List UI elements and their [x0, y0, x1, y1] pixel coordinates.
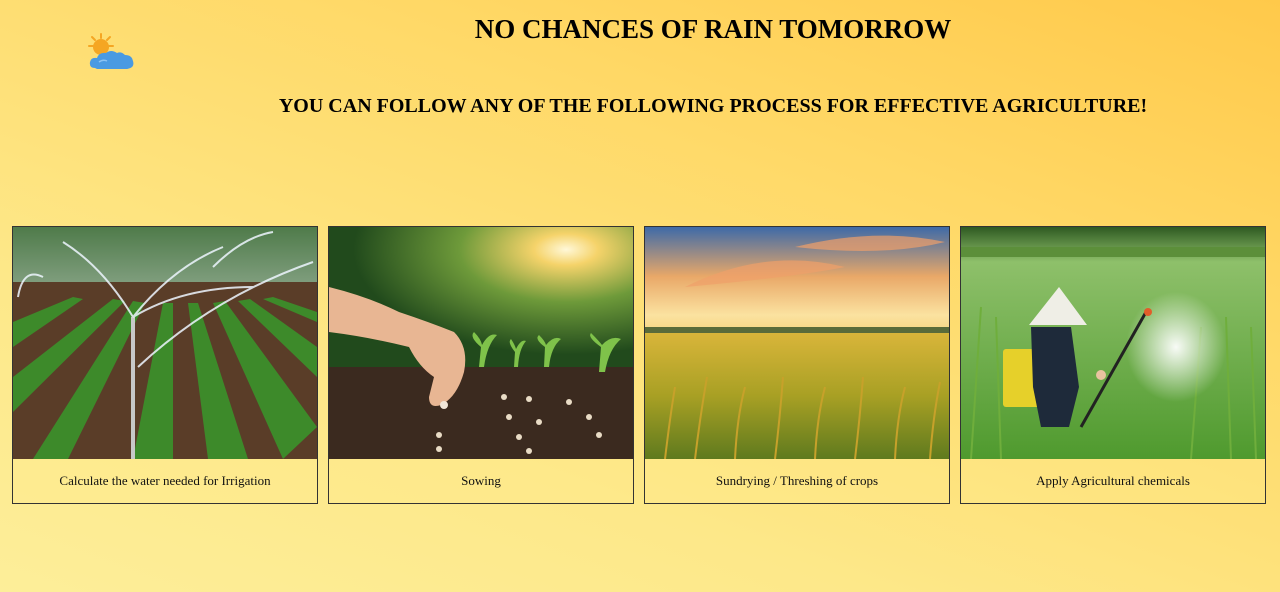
page-subtitle: YOU CAN FOLLOW ANY OF THE FOLLOWING PROC… [278, 95, 1148, 117]
sowing-image [329, 227, 633, 459]
card-caption: Sundrying / Threshing of crops [715, 473, 879, 488]
rice-field-image [645, 227, 949, 459]
process-cards: Calculate the water needed for Irrigatio… [12, 226, 1266, 504]
card-caption: Apply Agricultural chemicals [1036, 473, 1190, 488]
card-caption: Calculate the water needed for Irrigatio… [59, 473, 271, 488]
farmer-spraying-image [961, 227, 1265, 459]
card-caption: Sowing [461, 473, 501, 488]
process-card-threshing[interactable]: Sundrying / Threshing of crops [644, 226, 950, 504]
process-card-irrigation[interactable]: Calculate the water needed for Irrigatio… [12, 226, 318, 504]
page-title: NO CHANCES OF RAIN TOMORROW [474, 14, 952, 44]
irrigation-image [13, 227, 317, 459]
process-card-sowing[interactable]: Sowing [328, 226, 634, 504]
process-card-chemicals[interactable]: Apply Agricultural chemicals [960, 226, 1266, 504]
